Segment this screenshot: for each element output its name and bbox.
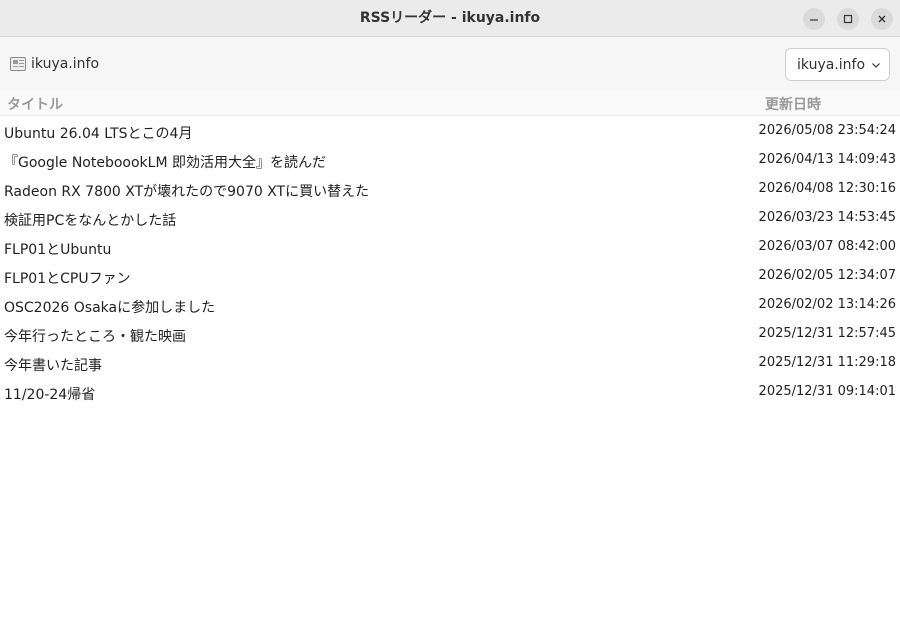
column-header-date[interactable]: 更新日時 xyxy=(765,94,821,114)
titlebar[interactable]: RSSリーダー - ikuya.info xyxy=(0,0,900,37)
window-title: RSSリーダー - ikuya.info xyxy=(359,10,541,26)
row-title: FLP01とCPUファン xyxy=(4,271,131,287)
row-title: 検証用PCをなんとかした話 xyxy=(4,213,177,229)
row-title: 『Google NoteboookLM 即効活用大全』を読んだ xyxy=(4,155,326,171)
row-title: 11/20-24帰省 xyxy=(4,387,96,403)
current-feed-name: ikuya.info xyxy=(31,56,100,72)
row-date: 2026/03/07 08:42:00 xyxy=(758,239,896,254)
feed-dropdown[interactable]: ikuya.info xyxy=(785,48,890,81)
table-row[interactable]: Ubuntu 26.04 LTSとこの4月 2026/05/08 23:54:2… xyxy=(0,117,900,146)
minimize-button[interactable] xyxy=(803,8,825,30)
row-date: 2026/03/23 14:53:45 xyxy=(758,210,896,225)
table-row[interactable]: FLP01とCPUファン 2026/02/05 12:34:07 xyxy=(0,262,900,291)
chevron-down-icon xyxy=(872,62,880,68)
table-header: タイトル 更新日時 xyxy=(0,90,900,116)
close-button[interactable] xyxy=(871,8,893,30)
column-header-title[interactable]: タイトル xyxy=(7,94,63,114)
feed-dropdown-value: ikuya.info xyxy=(797,56,866,73)
row-date: 2025/12/31 11:29:18 xyxy=(758,355,896,370)
minimize-icon xyxy=(810,19,818,21)
maximize-icon xyxy=(843,14,853,24)
table-row[interactable]: Radeon RX 7800 XTが壊れたので9070 XTに買い替えた 202… xyxy=(0,175,900,204)
row-date: 2025/12/31 09:14:01 xyxy=(758,384,896,399)
table-row[interactable]: 今年書いた記事 2025/12/31 11:29:18 xyxy=(0,349,900,378)
row-date: 2026/04/08 12:30:16 xyxy=(758,181,896,196)
row-title: OSC2026 Osakaに参加しました xyxy=(4,300,216,316)
row-date: 2026/02/02 13:14:26 xyxy=(758,297,896,312)
table-row[interactable]: 今年行ったところ・観た映画 2025/12/31 12:57:45 xyxy=(0,320,900,349)
row-title: FLP01とUbuntu xyxy=(4,242,112,258)
row-title: 今年行ったところ・観た映画 xyxy=(4,329,186,345)
row-date: 2026/05/08 23:54:24 xyxy=(758,123,896,138)
app-window: RSSリーダー - ikuya.info ikuya.info ikuya.in… xyxy=(0,0,900,637)
row-title: 今年書いた記事 xyxy=(4,358,102,374)
row-date: 2025/12/31 12:57:45 xyxy=(758,326,896,341)
toolbar: ikuya.info ikuya.info xyxy=(0,37,900,90)
newspaper-icon xyxy=(10,57,26,71)
table-row[interactable]: FLP01とUbuntu 2026/03/07 08:42:00 xyxy=(0,233,900,262)
table-row[interactable]: 検証用PCをなんとかした話 2026/03/23 14:53:45 xyxy=(0,204,900,233)
article-table: タイトル 更新日時 Ubuntu 26.04 LTSとこの4月 2026/05/… xyxy=(0,90,900,637)
table-row[interactable]: 『Google NoteboookLM 即効活用大全』を読んだ 2026/04/… xyxy=(0,146,900,175)
row-title: Ubuntu 26.04 LTSとこの4月 xyxy=(4,126,193,142)
table-body: Ubuntu 26.04 LTSとこの4月 2026/05/08 23:54:2… xyxy=(0,117,900,407)
row-title: Radeon RX 7800 XTが壊れたので9070 XTに買い替えた xyxy=(4,184,370,200)
row-date: 2026/02/05 12:34:07 xyxy=(758,268,896,283)
current-feed-label: ikuya.info xyxy=(10,54,99,74)
maximize-button[interactable] xyxy=(837,8,859,30)
close-icon xyxy=(878,15,886,23)
table-row[interactable]: 11/20-24帰省 2025/12/31 09:14:01 xyxy=(0,378,900,407)
table-row[interactable]: OSC2026 Osakaに参加しました 2026/02/02 13:14:26 xyxy=(0,291,900,320)
row-date: 2026/04/13 14:09:43 xyxy=(758,152,896,167)
